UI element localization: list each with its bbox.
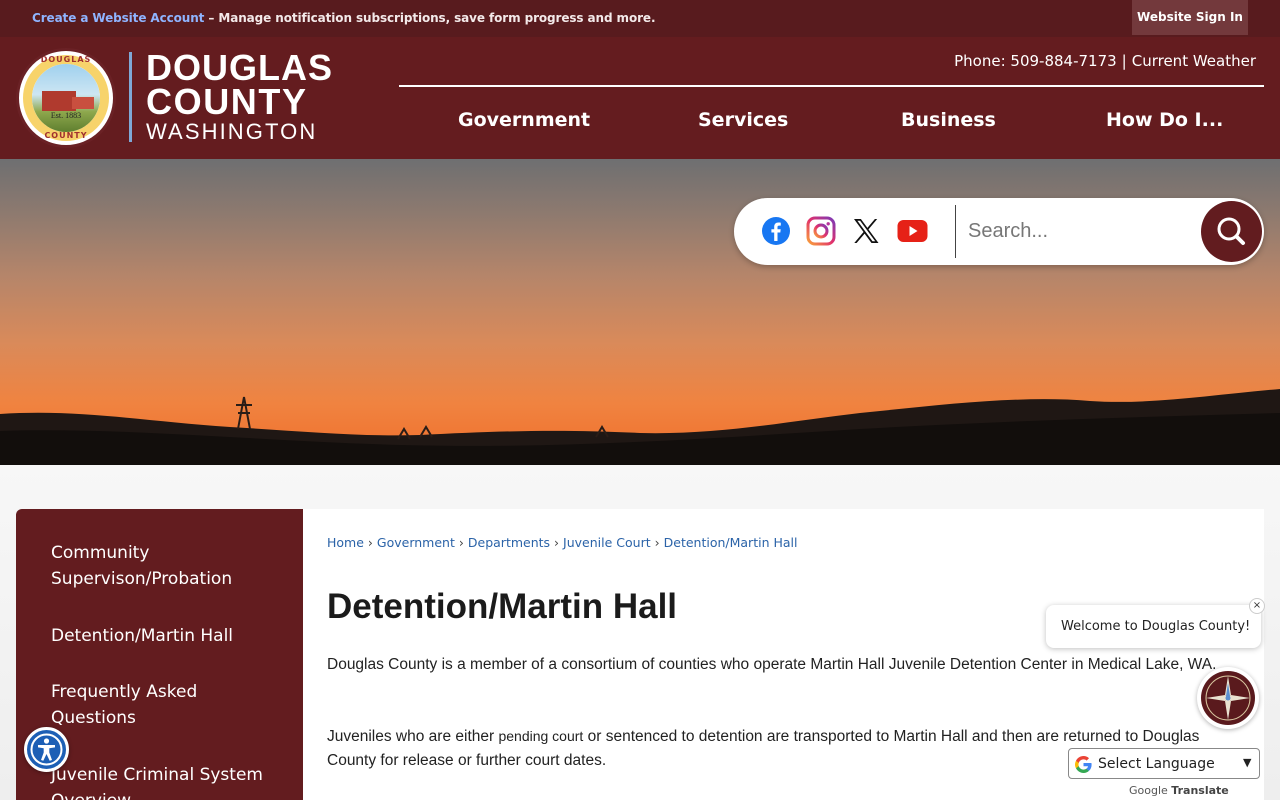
logo-line-county: COUNTY <box>146 81 308 122</box>
seal-building-annex <box>72 97 94 109</box>
logo-line-douglas: DOUGLAS <box>146 47 333 88</box>
contact-separator: | <box>1121 52 1127 70</box>
sidebar-item-community-supervision[interactable]: Community Supervison/Probation <box>51 540 281 592</box>
search-input[interactable] <box>968 208 1196 255</box>
accessibility-button[interactable] <box>24 727 69 772</box>
breadcrumb-government[interactable]: Government <box>377 535 455 550</box>
current-weather-link[interactable]: Current Weather <box>1132 52 1256 70</box>
nav-government[interactable]: Government <box>458 109 590 131</box>
translate-wordmark[interactable]: Translate <box>1171 784 1228 797</box>
breadcrumb-juvenile-court[interactable]: Juvenile Court <box>563 535 651 550</box>
sidebar-item-detention[interactable]: Detention/Martin Hall <box>51 623 281 649</box>
breadcrumb-separator: › <box>554 535 560 550</box>
google-g-icon <box>1075 756 1092 773</box>
breadcrumb-home[interactable]: Home <box>327 535 364 550</box>
seal-image: Est. 1883 <box>32 64 100 132</box>
site-logo-text[interactable]: DOUGLAS COUNTY WASHINGTON <box>146 47 333 145</box>
seal-top-text: DOUGLAS <box>40 55 92 64</box>
breadcrumb: Home › Government › Departments › Juvenile Cou… <box>327 535 797 550</box>
account-message: Create a Website Account – Manage notifi… <box>32 11 656 25</box>
breadcrumb-departments[interactable]: Departments <box>468 535 550 550</box>
language-select[interactable]: Select Language ▼ <box>1068 748 1260 779</box>
chat-avatar-button[interactable] <box>1197 667 1259 729</box>
website-sign-in-button[interactable]: Website Sign In <box>1132 0 1248 35</box>
main-navigation: Government Services Business How Do I... <box>399 109 1264 139</box>
sidebar-item-faq[interactable]: Frequently Asked Questions <box>51 679 281 731</box>
nav-divider-line <box>399 85 1264 87</box>
breadcrumb-separator: › <box>654 535 660 550</box>
language-select-label: Select Language <box>1098 756 1215 772</box>
social-search-bar <box>734 198 1264 265</box>
breadcrumb-detention[interactable]: Detention/Martin Hall <box>664 535 798 550</box>
logo-line-washington: WASHINGTON <box>146 119 318 144</box>
intro-paragraph: Douglas County is a member of a consorti… <box>327 656 1217 673</box>
utility-bar: Create a Website Account – Manage notifi… <box>0 0 1280 37</box>
chevron-down-icon: ▼ <box>1243 756 1252 769</box>
nav-services[interactable]: Services <box>698 109 788 131</box>
chat-close-button[interactable]: × <box>1249 598 1265 614</box>
nav-how-do-i[interactable]: How Do I... <box>1106 109 1223 131</box>
create-account-link[interactable]: Create a Website Account <box>32 11 204 25</box>
contact-info: Phone: 509-884-7173 | Current Weather <box>930 52 1256 70</box>
facebook-icon[interactable] <box>761 216 791 246</box>
site-header: DOUGLAS Est. 1883 COUNTY DOUGLAS COUNTY … <box>0 37 1280 159</box>
transport-text-b: pending court <box>498 728 584 744</box>
search-button[interactable] <box>1201 201 1262 262</box>
accessibility-icon <box>30 733 63 766</box>
instagram-icon[interactable] <box>806 216 836 246</box>
breadcrumb-separator: › <box>367 535 373 550</box>
seal-building <box>42 91 76 111</box>
chat-welcome-bubble[interactable]: Welcome to Douglas County! <box>1046 605 1261 648</box>
seal-bottom-text: COUNTY <box>44 131 88 140</box>
nav-business[interactable]: Business <box>901 109 996 131</box>
social-search-divider <box>955 205 956 258</box>
page-title: Detention/Martin Hall <box>327 587 678 626</box>
compass-icon <box>1201 671 1255 725</box>
logo-divider <box>129 52 132 142</box>
x-icon[interactable] <box>851 216 881 246</box>
transport-text-a: Juveniles who are either <box>327 728 499 745</box>
sidebar-item-juvenile-criminal-system[interactable]: Juvenile Criminal System Overview <box>51 762 281 800</box>
google-translate-credit: Google Translate <box>1129 784 1229 797</box>
youtube-icon[interactable] <box>897 218 928 244</box>
seal-est-text: Est. 1883 <box>50 111 82 120</box>
breadcrumb-separator: › <box>458 535 464 550</box>
search-icon <box>1217 217 1245 245</box>
google-wordmark: Google <box>1129 784 1168 797</box>
account-message-text: – Manage notification subscriptions, sav… <box>204 11 656 25</box>
phone-link[interactable]: Phone: 509-884-7173 <box>954 52 1117 70</box>
county-seal-logo[interactable]: DOUGLAS Est. 1883 COUNTY <box>16 48 116 148</box>
